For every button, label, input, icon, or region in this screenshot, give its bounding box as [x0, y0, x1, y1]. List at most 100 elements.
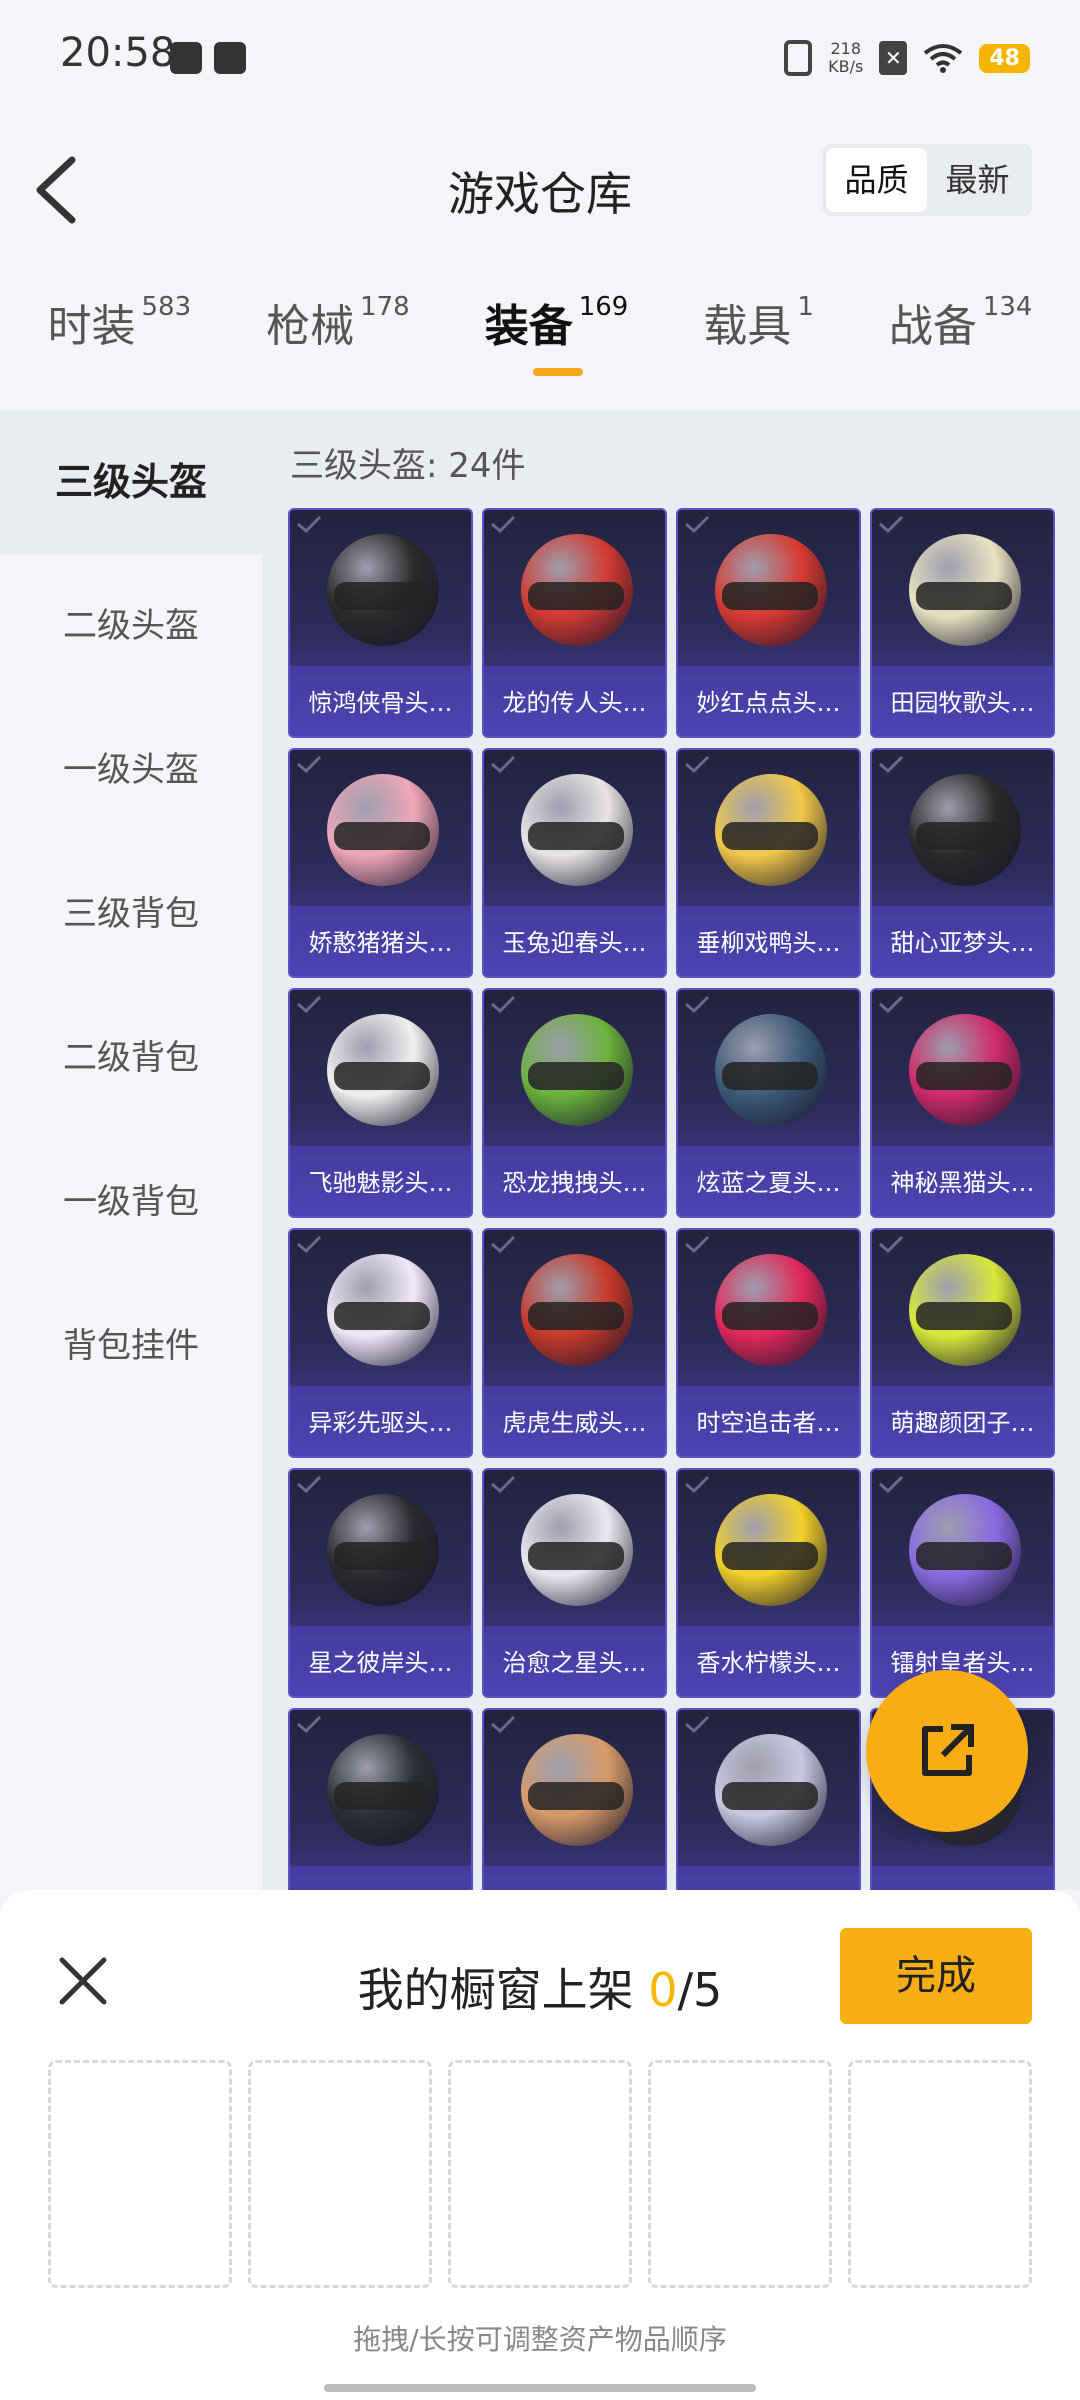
item-card[interactable]: 垂柳戏鸭头…: [676, 748, 861, 978]
tab-equipment[interactable]: 装备 169: [484, 290, 629, 376]
tab-label: 装备: [484, 301, 573, 352]
helmet-visor: [916, 1302, 1012, 1330]
helmet-visor: [722, 822, 818, 850]
sidebar-item-backpack-lv3[interactable]: 三级背包: [0, 842, 262, 986]
tab-vehicles[interactable]: 载具 1: [703, 290, 814, 354]
helmet-visor: [916, 1062, 1012, 1090]
check-icon: [491, 1715, 516, 1734]
showcase-slot[interactable]: [648, 2060, 832, 2288]
item-name: 时空追击者…: [696, 1409, 841, 1437]
item-card[interactable]: 玉兔迎春头…: [482, 748, 667, 978]
item-card[interactable]: 异彩先驱头…: [288, 1228, 473, 1458]
status-time: 20:58: [60, 30, 176, 76]
check-icon: [879, 995, 904, 1014]
item-name: 田园牧歌头…: [890, 689, 1035, 717]
item-card[interactable]: [288, 1708, 473, 1890]
item-card[interactable]: 龙的传人头…: [482, 508, 667, 738]
item-card[interactable]: 香水柠檬头…: [676, 1468, 861, 1698]
item-card[interactable]: 妙红点点头…: [676, 508, 861, 738]
check-icon: [491, 755, 516, 774]
share-button[interactable]: [866, 1670, 1028, 1832]
tab-count: 169: [578, 292, 629, 322]
showcase-slot[interactable]: [848, 2060, 1032, 2288]
item-card[interactable]: 镭射皇者头…: [870, 1468, 1055, 1698]
category-tabs: 时装 583 枪械 178 装备 169 载具 1 战备 134: [0, 290, 1080, 410]
item-name: 惊鸿侠骨头…: [308, 689, 453, 717]
tab-label: 载具: [703, 301, 792, 352]
item-card[interactable]: 星之彼岸头…: [288, 1468, 473, 1698]
item-card[interactable]: 萌趣颜团子…: [870, 1228, 1055, 1458]
tab-count: 1: [797, 292, 814, 322]
item-name: 异彩先驱头…: [308, 1409, 453, 1437]
check-icon: [491, 995, 516, 1014]
item-card[interactable]: 神秘黑猫头…: [870, 988, 1055, 1218]
check-icon: [297, 1715, 322, 1734]
tab-combat-gear[interactable]: 战备 134: [889, 290, 1033, 354]
sidebar-item-backpack-pendant[interactable]: 背包挂件: [0, 1274, 262, 1418]
sidebar-item-helmet-lv2[interactable]: 二级头盔: [0, 554, 262, 698]
check-icon: [685, 995, 710, 1014]
tab-label: 战备: [888, 301, 977, 352]
tab-fashion[interactable]: 时装 583: [47, 290, 191, 354]
hint-text: 拖拽/长按可调整资产物品顺序: [353, 2323, 727, 2356]
sidebar-item-helmet-lv3[interactable]: 三级头盔: [0, 410, 262, 554]
item-card[interactable]: 时空追击者…: [676, 1228, 861, 1458]
home-indicator: [324, 2384, 756, 2392]
helmet-visor: [528, 1542, 624, 1570]
item-card[interactable]: [676, 1708, 861, 1890]
item-name: 甜心亚梦头…: [890, 929, 1035, 957]
item-card[interactable]: 炫蓝之夏头…: [676, 988, 861, 1218]
check-icon: [491, 1475, 516, 1494]
status-icons: 218 KB/s ✕ 48: [784, 36, 1030, 80]
share-icon: [922, 1724, 974, 1776]
item-card[interactable]: 田园牧歌头…: [870, 508, 1055, 738]
item-card[interactable]: 甜心亚梦头…: [870, 748, 1055, 978]
helmet-visor: [722, 582, 818, 610]
item-card[interactable]: 飞驰魅影头…: [288, 988, 473, 1218]
item-name: 神秘黑猫头…: [890, 1169, 1035, 1197]
card-label-band: [484, 1866, 665, 1890]
item-card[interactable]: [482, 1708, 667, 1890]
sidebar-item-helmet-lv1[interactable]: 一级头盔: [0, 698, 262, 842]
sort-toggle: 品质 最新: [822, 144, 1032, 216]
sort-by-quality[interactable]: 品质: [826, 148, 927, 212]
item-card[interactable]: 虎虎生威头…: [482, 1228, 667, 1458]
helmet-visor: [528, 1062, 624, 1090]
tab-label: 枪械: [266, 301, 355, 352]
item-card[interactable]: 治愈之星头…: [482, 1468, 667, 1698]
helmet-visor: [334, 822, 430, 850]
section-title: 三级头盔: 24件: [290, 446, 526, 486]
showcase-count: 0: [648, 1963, 678, 2017]
wifi-icon: [923, 43, 963, 73]
helmet-visor: [334, 1782, 430, 1810]
item-name: 妙红点点头…: [696, 689, 841, 717]
showcase-slot[interactable]: [248, 2060, 432, 2288]
showcase-slot[interactable]: [48, 2060, 232, 2288]
check-icon: [685, 515, 710, 534]
item-name: 恐龙拽拽头…: [502, 1169, 647, 1197]
item-name: 垂柳戏鸭头…: [696, 929, 841, 957]
item-card[interactable]: 娇憨猪猪头…: [288, 748, 473, 978]
helmet-visor: [334, 1542, 430, 1570]
status-bar: 20:58 218 KB/s ✕ 48: [0, 0, 1080, 110]
sidebar-item-backpack-lv1[interactable]: 一级背包: [0, 1130, 262, 1274]
showcase-slot[interactable]: [448, 2060, 632, 2288]
done-button[interactable]: 完成: [840, 1928, 1032, 2024]
helmet-visor: [528, 1782, 624, 1810]
sort-by-newest[interactable]: 最新: [927, 148, 1028, 212]
content-area: 三级头盔 二级头盔 一级头盔 三级背包 二级背包 一级背包 背包挂件 三级头盔:…: [0, 410, 1080, 1890]
helmet-visor: [334, 1302, 430, 1330]
showcase-sheet: 我的橱窗上架 0/5 完成 拖拽/长按可调整资产物品顺序: [0, 1890, 1080, 2400]
card-label-band: [290, 1866, 471, 1890]
tab-guns[interactable]: 枪械 178: [266, 290, 410, 354]
check-icon: [297, 515, 322, 534]
net-speed-value: 218: [830, 39, 862, 58]
check-icon: [685, 1475, 710, 1494]
sidebar-item-backpack-lv2[interactable]: 二级背包: [0, 986, 262, 1130]
helmet-visor: [722, 1542, 818, 1570]
check-icon: [879, 1475, 904, 1494]
item-card[interactable]: 恐龙拽拽头…: [482, 988, 667, 1218]
vibrate-icon: [784, 40, 813, 76]
item-card[interactable]: 惊鸿侠骨头…: [288, 508, 473, 738]
check-icon: [879, 1235, 904, 1254]
